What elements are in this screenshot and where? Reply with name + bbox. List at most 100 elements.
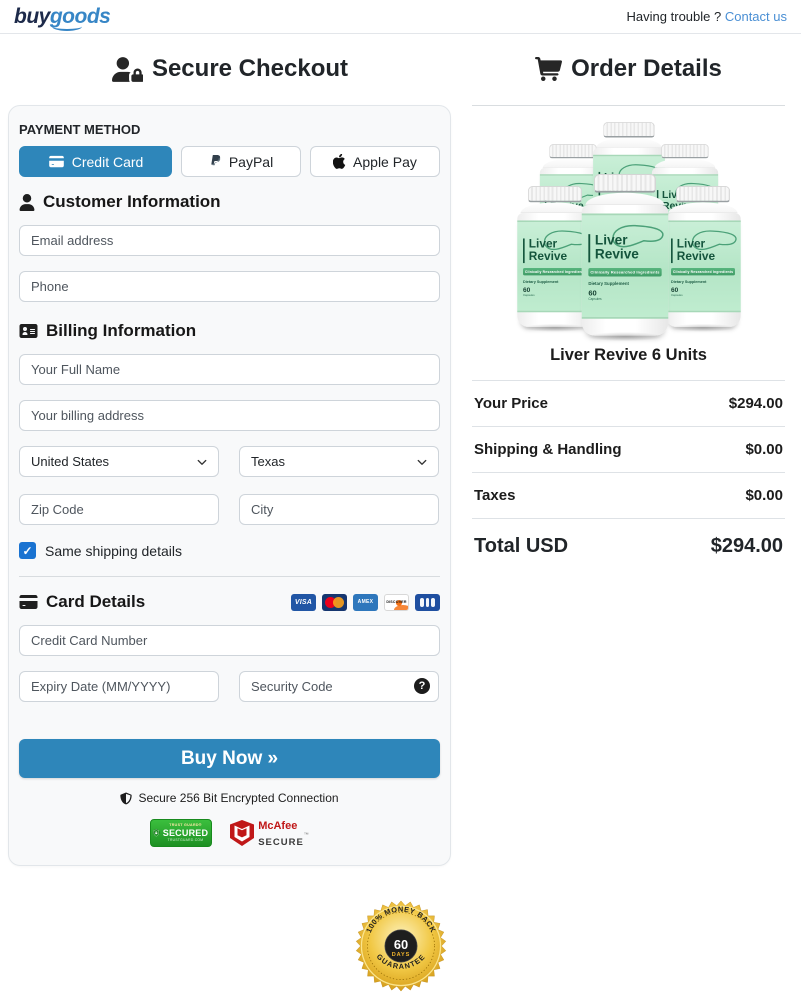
security-code-help-icon[interactable]: ? — [414, 678, 430, 694]
payment-method-label: PAYMENT METHOD — [19, 122, 440, 137]
bottle-brand-line2: Revive — [594, 247, 638, 262]
apple-pay-method-label: Apple Pay — [353, 154, 417, 170]
bottle-brand-line2: Revive — [676, 250, 714, 263]
credit-card-icon — [48, 155, 65, 168]
section-divider — [19, 576, 440, 577]
same-shipping-checkbox[interactable]: ✓ — [19, 542, 36, 559]
checkout-column: Secure Checkout PAYMENT METHOD Credit Ca… — [0, 34, 460, 866]
help-text: Having trouble ? — [627, 9, 722, 24]
credit-card-icon — [19, 594, 38, 610]
logo-swoosh — [52, 22, 82, 31]
buy-now-button[interactable]: Buy Now » — [19, 739, 440, 778]
trust-guard-line2: SECURED — [163, 829, 208, 838]
main-content: Secure Checkout PAYMENT METHOD Credit Ca… — [0, 34, 801, 866]
state-select[interactable]: Texas — [239, 446, 439, 477]
apple-pay-method-button[interactable]: Apple Pay — [310, 146, 440, 177]
billing-information-heading: Billing Information — [19, 321, 440, 341]
bottle-brand-line2: Revive — [528, 250, 566, 263]
mcafee-shield-icon — [230, 820, 254, 846]
state-select-value: Texas — [251, 454, 285, 469]
card-details-title: Card Details — [46, 592, 145, 612]
price-row: Taxes $0.00 — [472, 473, 785, 519]
logo-text-buy: buy — [14, 5, 50, 28]
country-select[interactable]: United States — [19, 446, 219, 477]
trust-guard-line3: TRUSTGUARD.COM — [168, 839, 204, 842]
customer-information-title: Customer Information — [43, 192, 221, 212]
same-shipping-row: ✓ Same shipping details — [19, 542, 440, 559]
customer-information-heading: Customer Information — [19, 192, 440, 212]
contact-us-link[interactable]: Contact us — [725, 9, 787, 24]
buygoods-logo[interactable]: buygoods — [14, 6, 110, 27]
card-details-header: Card Details VISA AMEX DISCOVER — [19, 592, 440, 612]
amex-label: AMEX — [358, 599, 374, 605]
visa-icon: VISA — [291, 594, 316, 611]
trust-guard-seal[interactable]: TRUST GUARD® SECURED TRUSTGUARD.COM — [150, 819, 212, 847]
secure-connection-text: Secure 256 Bit Encrypted Connection — [138, 791, 338, 805]
price-row-value: $294.00 — [729, 395, 783, 412]
bottle-count-unit: Capsules — [671, 293, 735, 296]
expiry-security-row: ? — [19, 671, 440, 702]
user-icon — [19, 194, 35, 211]
cart-icon — [535, 57, 562, 81]
billing-information-title: Billing Information — [46, 321, 196, 341]
shield-icon — [120, 792, 132, 805]
card-number-field[interactable] — [19, 625, 440, 656]
total-label: Total USD — [474, 535, 568, 558]
bottle-count-unit: Capsules — [588, 297, 661, 301]
paypal-method-button[interactable]: PayPal — [181, 146, 301, 177]
price-row-label: Your Price — [474, 395, 548, 412]
discover-icon: DISCOVER — [384, 594, 409, 611]
credit-card-method-button[interactable]: Credit Card — [19, 146, 172, 177]
payment-method-buttons: Credit Card PayPal Apple Pay — [19, 146, 440, 177]
security-code-field[interactable] — [239, 671, 439, 702]
secure-connection-note: Secure 256 Bit Encrypted Connection — [19, 791, 440, 805]
order-column: Order Details LiverRevive Clinically Res… — [460, 34, 801, 558]
full-name-field[interactable] — [19, 354, 440, 385]
help-area: Having trouble ? Contact us — [627, 9, 787, 24]
amex-icon: AMEX — [353, 594, 378, 611]
paypal-icon — [209, 154, 222, 169]
price-row: Your Price $294.00 — [472, 381, 785, 427]
bottle-brand-line1: Liver — [594, 233, 627, 248]
bottle-sub: Dietary Supplement — [523, 279, 587, 283]
product-bottle: LiverRevive Clinically Researched Ingred… — [665, 186, 740, 327]
order-details-heading: Order Details — [472, 55, 785, 83]
paypal-method-label: PayPal — [229, 154, 273, 170]
checkout-panel: PAYMENT METHOD Credit Card PayPal Apple … — [8, 105, 451, 866]
badge-days-label: DAYS — [391, 952, 410, 958]
price-row-value: $0.00 — [745, 487, 783, 504]
email-field[interactable] — [19, 225, 440, 256]
bottle-count-unit: Capsules — [523, 293, 587, 296]
zip-code-field[interactable] — [19, 494, 219, 525]
mcafee-secure-seal[interactable]: McAfee SECURE™ — [230, 817, 309, 849]
expiry-date-field[interactable] — [19, 671, 219, 702]
security-code-wrap: ? — [239, 671, 439, 702]
bottle-sub: Dietary Supplement — [588, 281, 661, 286]
chevron-down-icon — [196, 456, 208, 468]
product-bottle: LiverRevive Clinically Researched Ingred… — [581, 174, 667, 336]
price-row: Shipping & Handling $0.00 — [472, 427, 785, 473]
total-value: $294.00 — [711, 535, 783, 558]
zip-city-row — [19, 494, 440, 525]
credit-card-method-label: Credit Card — [72, 154, 144, 170]
mcafee-line2: SECURE — [258, 837, 304, 848]
order-details-title: Order Details — [571, 55, 722, 83]
bottle-band: Clinically Researched Ingredients — [588, 268, 661, 276]
guarantee-badge: 100% MONEY BACK GUARANTEE 60 DAYS — [0, 900, 801, 992]
billing-address-field[interactable] — [19, 400, 440, 431]
phone-field[interactable] — [19, 271, 440, 302]
city-field[interactable] — [239, 494, 439, 525]
price-row-label: Taxes — [474, 487, 515, 504]
product-image: LiverRevive Clinically Researched Ingred… — [513, 114, 745, 330]
card-brand-icons: VISA AMEX DISCOVER — [291, 594, 440, 611]
visa-label: VISA — [295, 599, 312, 606]
money-back-badge-image: 100% MONEY BACK GUARANTEE 60 DAYS — [355, 900, 447, 992]
jcb-icon — [415, 594, 440, 611]
trust-guard-texts: TRUST GUARD® SECURED TRUSTGUARD.COM — [163, 824, 208, 842]
header: buygoods Having trouble ? Contact us — [0, 0, 801, 34]
user-lock-icon — [112, 57, 143, 82]
secure-checkout-title: Secure Checkout — [152, 55, 348, 83]
mcafee-tm: ™ — [304, 832, 309, 838]
bottle-band: Clinically Researched Ingredients — [671, 268, 735, 275]
price-row-label: Shipping & Handling — [474, 441, 621, 458]
